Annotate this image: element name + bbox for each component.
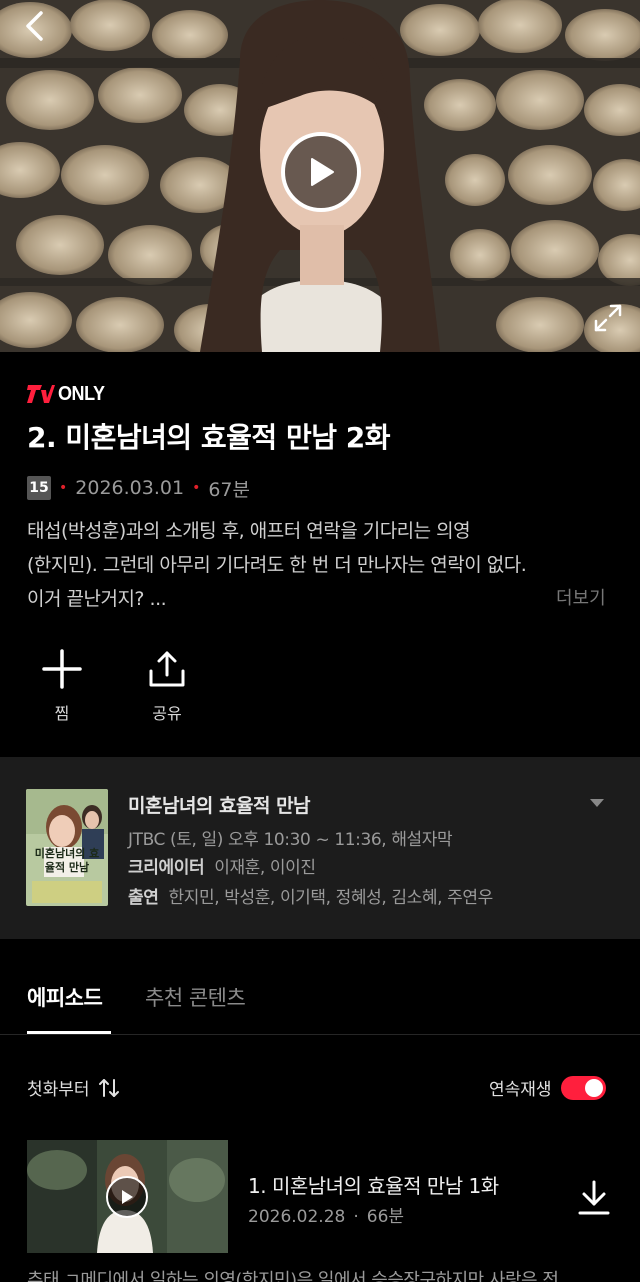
separator-dot: • bbox=[59, 480, 68, 496]
fullscreen-button[interactable] bbox=[588, 298, 628, 338]
creator-label: 크리에이터 bbox=[128, 858, 205, 878]
program-cast: 출연 한지민, 박성훈, 이기택, 정혜성, 김소혜, 주연우 bbox=[128, 883, 493, 908]
cast-label: 출연 bbox=[128, 888, 159, 908]
episode-play-button[interactable] bbox=[106, 1176, 148, 1218]
chevron-down-icon[interactable] bbox=[588, 797, 606, 809]
program-creators: 크리에이터 이재훈, 이이진 bbox=[128, 853, 316, 878]
wishlist-label: 찜 bbox=[54, 704, 70, 723]
play-button[interactable] bbox=[281, 132, 361, 212]
share-button[interactable]: 공유 bbox=[132, 648, 202, 724]
separator-dot: • bbox=[192, 480, 201, 496]
program-card[interactable]: 미혼남녀의 효율적 만남 미혼남녀의 효율적 만남 JTBC (토, 일) 오후… bbox=[0, 757, 640, 939]
tving-only-badge: ONLY bbox=[27, 381, 110, 407]
back-button[interactable] bbox=[14, 6, 54, 46]
tving-logo-icon bbox=[27, 385, 55, 403]
back-arrow-icon bbox=[26, 11, 43, 41]
episode-item-title[interactable]: 1. 미혼남녀의 효율적 만남 1화 bbox=[248, 1170, 499, 1199]
episode-item-duration: 66분 bbox=[366, 1207, 405, 1227]
description-line: (한지민). 그런데 아무리 기다려도 한 번 더 만나자는 연락이 없다. bbox=[27, 554, 527, 576]
autoplay-control[interactable]: 연속재생 bbox=[489, 1075, 606, 1100]
wishlist-button[interactable]: 찜 bbox=[27, 648, 97, 724]
episode-meta: 15 • 2026.03.01 • 67분 bbox=[27, 474, 250, 502]
program-poster[interactable]: 미혼남녀의 효율적 만남 bbox=[26, 789, 108, 906]
description-line: 이거 끝난거지? ... bbox=[27, 588, 167, 610]
age-rating-badge: 15 bbox=[27, 476, 51, 500]
program-broadcast: JTBC (토, 일) 오후 10:30 ~ 11:36, 해설자막 bbox=[128, 830, 453, 850]
play-icon bbox=[311, 158, 334, 186]
separator-dot: · bbox=[353, 1207, 359, 1227]
sort-icon bbox=[98, 1078, 119, 1097]
download-icon bbox=[578, 1180, 610, 1215]
tab-divider bbox=[0, 1034, 640, 1035]
episode-duration: 67분 bbox=[208, 478, 250, 501]
share-icon bbox=[149, 651, 185, 687]
poster-title: 미혼남녀의 효율적 만남 bbox=[34, 847, 100, 874]
expand-icon bbox=[594, 304, 622, 332]
plus-icon bbox=[42, 649, 82, 689]
sort-button[interactable]: 첫화부터 bbox=[27, 1075, 121, 1100]
episode-item-description: 추태 ㄱ메디에서 일하는 의영(한지민)은 일에서 승승장구하지만 사랑은 전 bbox=[27, 1270, 559, 1282]
episode-thumbnail[interactable] bbox=[27, 1140, 228, 1253]
episode-date: 2026.03.01 bbox=[75, 477, 185, 499]
autoplay-label: 연속재생 bbox=[489, 1080, 552, 1100]
autoplay-toggle[interactable] bbox=[560, 1075, 606, 1100]
episode-description: 태섭(박성훈)과의 소개팅 후, 애프터 연락을 기다리는 의영 (한지민). … bbox=[27, 514, 617, 616]
only-label: ONLY bbox=[58, 382, 105, 405]
more-button[interactable]: 더보기 bbox=[556, 584, 606, 610]
toggle-knob bbox=[584, 1078, 603, 1097]
episode-item-meta: 2026.02.28 · 66분 bbox=[248, 1202, 404, 1227]
play-icon bbox=[122, 1190, 133, 1204]
program-title: 미혼남녀의 효율적 만남 bbox=[128, 795, 311, 817]
episode-item-date: 2026.02.28 bbox=[248, 1207, 346, 1227]
download-button[interactable] bbox=[574, 1178, 614, 1218]
episode-title: 2. 미혼남녀의 효율적 만남 2화 bbox=[27, 421, 390, 454]
sort-label: 첫화부터 bbox=[27, 1080, 90, 1100]
tab-recommended[interactable]: 추천 콘텐츠 bbox=[145, 982, 246, 1012]
description-line: 태섭(박성훈)과의 소개팅 후, 애프터 연락을 기다리는 의영 bbox=[27, 520, 471, 542]
tab-episodes[interactable]: 에피소드 bbox=[27, 982, 103, 1012]
video-player[interactable] bbox=[0, 0, 640, 352]
cast-names: 한지민, 박성훈, 이기택, 정혜성, 김소혜, 주연우 bbox=[168, 888, 493, 908]
share-label: 공유 bbox=[152, 704, 182, 723]
creator-names: 이재훈, 이이진 bbox=[214, 858, 316, 878]
